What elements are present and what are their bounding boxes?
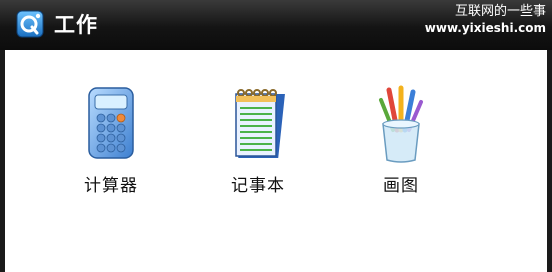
app-calculator[interactable]: 计算器 [61,84,161,199]
watermark-line1: 互联网的一些事 [454,4,546,19]
app-grid: 计算器 记事本 画图 [5,50,547,272]
window-title: 工作 [54,13,98,37]
app-notepad[interactable]: 记事本 [208,84,308,199]
app-label: 记事本 [231,176,285,196]
notepad-icon [235,89,285,158]
calculator-icon [88,87,134,159]
app-label: 画图 [383,176,419,196]
watermark: 互联网的一些事 www.yixieshi.com [425,3,546,37]
app-label: 计算器 [84,176,138,196]
paint-icon [379,85,423,163]
q-logo-icon[interactable] [16,10,44,38]
app-paint[interactable]: 画图 [351,84,451,199]
title-bar: 工作 互联网的一些事 www.yixieshi.com [0,0,552,50]
watermark-url: www.yixieshi.com [424,21,546,35]
